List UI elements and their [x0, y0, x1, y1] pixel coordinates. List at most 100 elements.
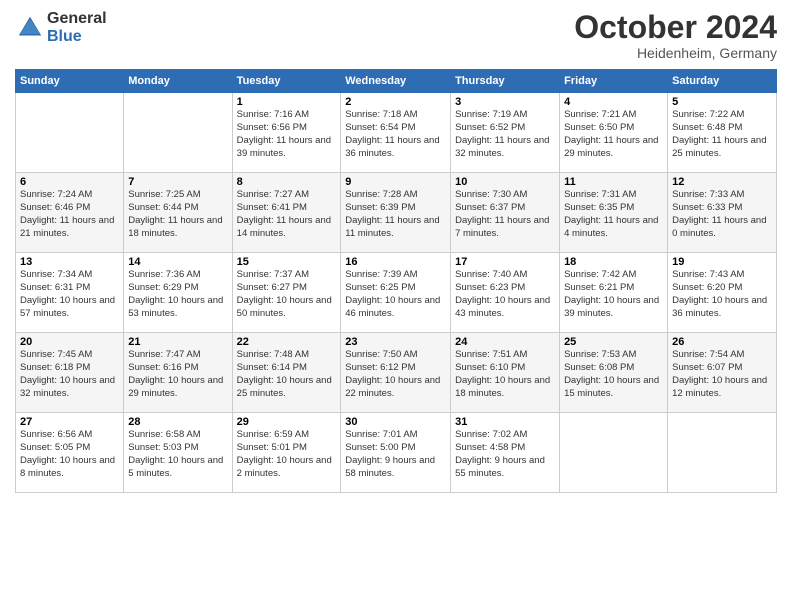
- day-info: Sunrise: 7:28 AM Sunset: 6:39 PM Dayligh…: [345, 189, 446, 240]
- day-number: 25: [564, 336, 663, 348]
- day-number: 4: [564, 96, 663, 108]
- calendar-header-friday: Friday: [560, 70, 668, 93]
- day-info: Sunrise: 7:31 AM Sunset: 6:35 PM Dayligh…: [564, 189, 663, 240]
- day-number: 16: [345, 256, 446, 268]
- day-info: Sunrise: 7:39 AM Sunset: 6:25 PM Dayligh…: [345, 269, 446, 320]
- calendar-header-thursday: Thursday: [451, 70, 560, 93]
- calendar-header-monday: Monday: [124, 70, 232, 93]
- day-number: 8: [237, 176, 337, 188]
- calendar-cell: 21Sunrise: 7:47 AM Sunset: 6:16 PM Dayli…: [124, 333, 232, 413]
- day-number: 2: [345, 96, 446, 108]
- day-info: Sunrise: 7:54 AM Sunset: 6:07 PM Dayligh…: [672, 349, 772, 400]
- calendar-cell: 28Sunrise: 6:58 AM Sunset: 5:03 PM Dayli…: [124, 413, 232, 493]
- day-info: Sunrise: 7:24 AM Sunset: 6:46 PM Dayligh…: [20, 189, 119, 240]
- day-number: 29: [237, 416, 337, 428]
- calendar-week-1: 1Sunrise: 7:16 AM Sunset: 6:56 PM Daylig…: [16, 93, 777, 173]
- calendar-header-row: SundayMondayTuesdayWednesdayThursdayFrid…: [16, 70, 777, 93]
- day-info: Sunrise: 6:58 AM Sunset: 5:03 PM Dayligh…: [128, 429, 227, 480]
- day-info: Sunrise: 7:25 AM Sunset: 6:44 PM Dayligh…: [128, 189, 227, 240]
- calendar-cell: [560, 413, 668, 493]
- day-number: 3: [455, 96, 555, 108]
- day-number: 23: [345, 336, 446, 348]
- day-number: 27: [20, 416, 119, 428]
- day-number: 20: [20, 336, 119, 348]
- calendar-cell: 11Sunrise: 7:31 AM Sunset: 6:35 PM Dayli…: [560, 173, 668, 253]
- day-info: Sunrise: 7:22 AM Sunset: 6:48 PM Dayligh…: [672, 109, 772, 160]
- calendar-cell: 24Sunrise: 7:51 AM Sunset: 6:10 PM Dayli…: [451, 333, 560, 413]
- day-info: Sunrise: 7:42 AM Sunset: 6:21 PM Dayligh…: [564, 269, 663, 320]
- day-number: 7: [128, 176, 227, 188]
- day-info: Sunrise: 7:27 AM Sunset: 6:41 PM Dayligh…: [237, 189, 337, 240]
- calendar-cell: 19Sunrise: 7:43 AM Sunset: 6:20 PM Dayli…: [668, 253, 777, 333]
- calendar-cell: 14Sunrise: 7:36 AM Sunset: 6:29 PM Dayli…: [124, 253, 232, 333]
- day-number: 11: [564, 176, 663, 188]
- calendar-header-sunday: Sunday: [16, 70, 124, 93]
- calendar-header-tuesday: Tuesday: [232, 70, 341, 93]
- day-number: 31: [455, 416, 555, 428]
- day-info: Sunrise: 7:02 AM Sunset: 4:58 PM Dayligh…: [455, 429, 555, 480]
- day-number: 17: [455, 256, 555, 268]
- day-number: 12: [672, 176, 772, 188]
- day-number: 13: [20, 256, 119, 268]
- calendar-cell: 3Sunrise: 7:19 AM Sunset: 6:52 PM Daylig…: [451, 93, 560, 173]
- calendar-cell: 8Sunrise: 7:27 AM Sunset: 6:41 PM Daylig…: [232, 173, 341, 253]
- calendar-cell: 22Sunrise: 7:48 AM Sunset: 6:14 PM Dayli…: [232, 333, 341, 413]
- day-info: Sunrise: 7:01 AM Sunset: 5:00 PM Dayligh…: [345, 429, 446, 480]
- month-title: October 2024: [574, 10, 777, 45]
- day-number: 28: [128, 416, 227, 428]
- calendar-cell: 18Sunrise: 7:42 AM Sunset: 6:21 PM Dayli…: [560, 253, 668, 333]
- calendar-week-3: 13Sunrise: 7:34 AM Sunset: 6:31 PM Dayli…: [16, 253, 777, 333]
- day-info: Sunrise: 7:47 AM Sunset: 6:16 PM Dayligh…: [128, 349, 227, 400]
- logo-icon: [15, 13, 45, 43]
- day-number: 5: [672, 96, 772, 108]
- day-info: Sunrise: 7:30 AM Sunset: 6:37 PM Dayligh…: [455, 189, 555, 240]
- day-number: 9: [345, 176, 446, 188]
- day-info: Sunrise: 7:21 AM Sunset: 6:50 PM Dayligh…: [564, 109, 663, 160]
- calendar-cell: 16Sunrise: 7:39 AM Sunset: 6:25 PM Dayli…: [341, 253, 451, 333]
- logo-blue-text: Blue: [47, 28, 107, 46]
- day-info: Sunrise: 6:56 AM Sunset: 5:05 PM Dayligh…: [20, 429, 119, 480]
- day-info: Sunrise: 7:43 AM Sunset: 6:20 PM Dayligh…: [672, 269, 772, 320]
- day-info: Sunrise: 7:34 AM Sunset: 6:31 PM Dayligh…: [20, 269, 119, 320]
- day-number: 22: [237, 336, 337, 348]
- calendar-cell: 4Sunrise: 7:21 AM Sunset: 6:50 PM Daylig…: [560, 93, 668, 173]
- calendar-header-saturday: Saturday: [668, 70, 777, 93]
- calendar-cell: 7Sunrise: 7:25 AM Sunset: 6:44 PM Daylig…: [124, 173, 232, 253]
- calendar-cell: 13Sunrise: 7:34 AM Sunset: 6:31 PM Dayli…: [16, 253, 124, 333]
- calendar-cell: 10Sunrise: 7:30 AM Sunset: 6:37 PM Dayli…: [451, 173, 560, 253]
- day-info: Sunrise: 7:19 AM Sunset: 6:52 PM Dayligh…: [455, 109, 555, 160]
- day-number: 30: [345, 416, 446, 428]
- day-info: Sunrise: 7:51 AM Sunset: 6:10 PM Dayligh…: [455, 349, 555, 400]
- day-number: 21: [128, 336, 227, 348]
- calendar-cell: 1Sunrise: 7:16 AM Sunset: 6:56 PM Daylig…: [232, 93, 341, 173]
- day-info: Sunrise: 7:37 AM Sunset: 6:27 PM Dayligh…: [237, 269, 337, 320]
- day-info: Sunrise: 6:59 AM Sunset: 5:01 PM Dayligh…: [237, 429, 337, 480]
- day-info: Sunrise: 7:18 AM Sunset: 6:54 PM Dayligh…: [345, 109, 446, 160]
- day-info: Sunrise: 7:45 AM Sunset: 6:18 PM Dayligh…: [20, 349, 119, 400]
- calendar-cell: 12Sunrise: 7:33 AM Sunset: 6:33 PM Dayli…: [668, 173, 777, 253]
- calendar-cell: 31Sunrise: 7:02 AM Sunset: 4:58 PM Dayli…: [451, 413, 560, 493]
- calendar-cell: [124, 93, 232, 173]
- day-number: 26: [672, 336, 772, 348]
- day-info: Sunrise: 7:33 AM Sunset: 6:33 PM Dayligh…: [672, 189, 772, 240]
- day-info: Sunrise: 7:50 AM Sunset: 6:12 PM Dayligh…: [345, 349, 446, 400]
- day-number: 15: [237, 256, 337, 268]
- calendar-cell: 17Sunrise: 7:40 AM Sunset: 6:23 PM Dayli…: [451, 253, 560, 333]
- day-number: 1: [237, 96, 337, 108]
- day-info: Sunrise: 7:48 AM Sunset: 6:14 PM Dayligh…: [237, 349, 337, 400]
- calendar-cell: 29Sunrise: 6:59 AM Sunset: 5:01 PM Dayli…: [232, 413, 341, 493]
- calendar-week-5: 27Sunrise: 6:56 AM Sunset: 5:05 PM Dayli…: [16, 413, 777, 493]
- calendar-table: SundayMondayTuesdayWednesdayThursdayFrid…: [15, 69, 777, 493]
- calendar-cell: 27Sunrise: 6:56 AM Sunset: 5:05 PM Dayli…: [16, 413, 124, 493]
- calendar-cell: [16, 93, 124, 173]
- day-number: 10: [455, 176, 555, 188]
- title-section: October 2024 Heidenheim, Germany: [574, 10, 777, 61]
- day-info: Sunrise: 7:40 AM Sunset: 6:23 PM Dayligh…: [455, 269, 555, 320]
- day-number: 6: [20, 176, 119, 188]
- day-info: Sunrise: 7:53 AM Sunset: 6:08 PM Dayligh…: [564, 349, 663, 400]
- calendar-cell: 2Sunrise: 7:18 AM Sunset: 6:54 PM Daylig…: [341, 93, 451, 173]
- calendar-cell: 5Sunrise: 7:22 AM Sunset: 6:48 PM Daylig…: [668, 93, 777, 173]
- day-number: 24: [455, 336, 555, 348]
- calendar-week-2: 6Sunrise: 7:24 AM Sunset: 6:46 PM Daylig…: [16, 173, 777, 253]
- calendar-cell: [668, 413, 777, 493]
